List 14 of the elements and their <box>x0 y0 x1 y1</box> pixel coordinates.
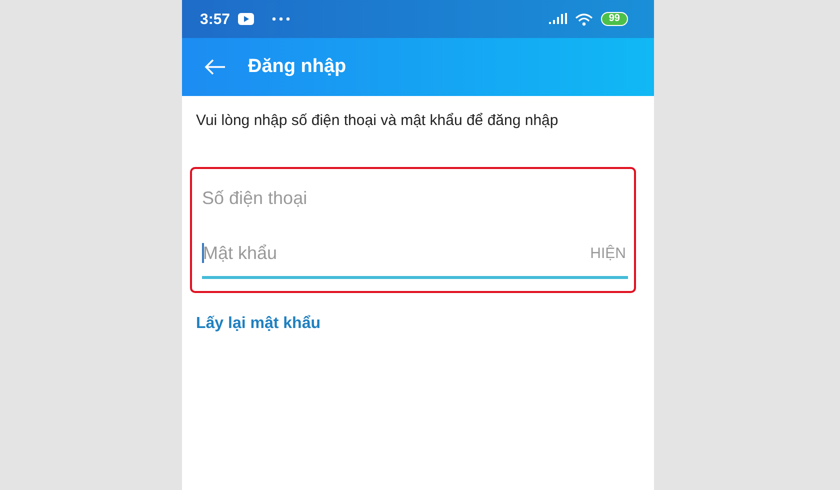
video-icon <box>238 13 254 25</box>
show-password-button[interactable]: HIỆN <box>590 244 628 262</box>
text-caret <box>202 243 204 263</box>
battery-indicator: 99 <box>600 12 628 26</box>
instruction-text: Vui lòng nhập số điện thoại và mật khẩu để đăng nhập <box>196 112 560 129</box>
status-time: 3:57 <box>200 10 230 28</box>
more-icon <box>272 17 290 21</box>
forgot-password-link[interactable]: Lấy lại mật khẩu <box>196 315 320 333</box>
input-field[interactable]: Số điện thoại <box>202 188 628 208</box>
wifi-icon <box>574 12 593 26</box>
signal-icon <box>548 12 567 26</box>
input-field[interactable]: Mật khẩu <box>203 242 590 264</box>
back-icon[interactable] <box>204 59 226 75</box>
screen-title: Đăng nhập <box>248 56 346 78</box>
